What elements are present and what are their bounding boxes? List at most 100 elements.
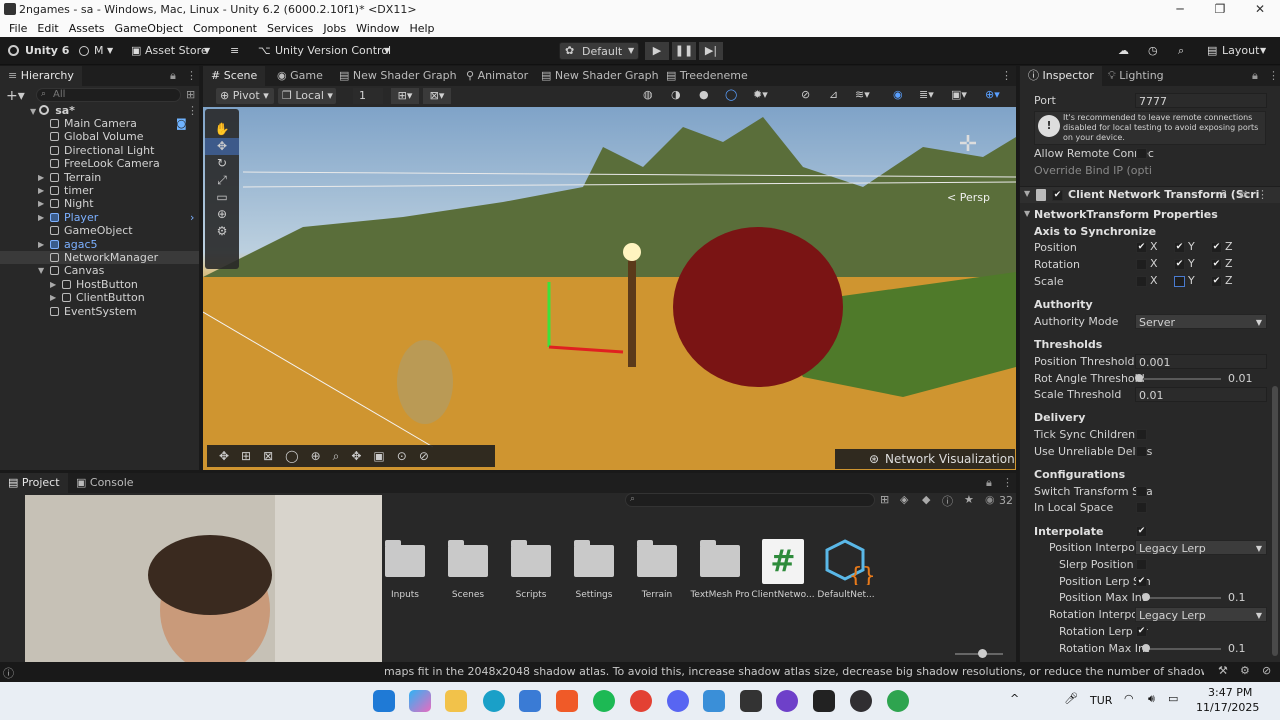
- allow-remote-checkbox[interactable]: [1136, 148, 1147, 159]
- component-enabled-checkbox[interactable]: ✔: [1052, 190, 1063, 201]
- axis-checkbox-y[interactable]: ✔: [1174, 259, 1185, 270]
- edge-icon[interactable]: [483, 690, 505, 712]
- tab-console[interactable]: ▣ Console: [68, 473, 142, 493]
- filter-type-icon[interactable]: ⊞: [880, 493, 889, 506]
- axis-checkbox-z[interactable]: ✔: [1211, 242, 1222, 253]
- rot-max-int-slider[interactable]: [1146, 648, 1221, 650]
- unreliable-checkbox[interactable]: [1136, 446, 1147, 457]
- favorite-icon[interactable]: ★: [964, 493, 974, 506]
- tick-sync-checkbox[interactable]: [1136, 429, 1147, 440]
- draw-mode-shaded-icon[interactable]: ◑: [671, 88, 681, 101]
- asset-size-knob[interactable]: [978, 649, 987, 658]
- scene-menu-icon[interactable]: ⋮: [1001, 69, 1012, 82]
- scene-root[interactable]: ▼ sa*: [30, 104, 75, 117]
- grid-snap-field[interactable]: 1: [353, 88, 383, 104]
- network-prefab-asset-label[interactable]: DefaultNet...: [811, 590, 881, 600]
- script-asset-label[interactable]: ClientNetwo...: [748, 590, 818, 600]
- authority-mode-dropdown[interactable]: Server ▼: [1135, 314, 1267, 329]
- axis-checkbox-x[interactable]: [1136, 276, 1147, 287]
- network-prefab-asset[interactable]: {}: [825, 539, 876, 589]
- hierarchy-item[interactable]: ▶ ClientButton: [0, 291, 199, 304]
- project-menu-icon[interactable]: ⋮: [1002, 476, 1013, 489]
- lock-icon[interactable]: 🔒︎: [170, 69, 176, 83]
- expand-arrow-icon[interactable]: ▶: [38, 171, 44, 184]
- pos-interp-dropdown[interactable]: Legacy Lerp ▼: [1135, 540, 1267, 555]
- slerp-position-checkbox[interactable]: [1136, 559, 1147, 570]
- visibility-icon[interactable]: ◉: [893, 88, 903, 101]
- axis-checkbox-z[interactable]: ✔: [1211, 259, 1222, 270]
- folder-icon[interactable]: [385, 540, 425, 577]
- search-filter-icon[interactable]: ⊞: [186, 88, 195, 101]
- menu-edit[interactable]: Edit: [37, 22, 58, 35]
- transform-tool-icon[interactable]: ⊕: [205, 206, 239, 223]
- battery-icon[interactable]: ▭: [1168, 692, 1178, 705]
- folder-label[interactable]: Settings: [559, 590, 629, 600]
- scene-viewport[interactable]: ✋ ✥ ↻ ⤢ ▭ ⊕ ⚙ < Persp ✛ ✥⊞⊠◯⊕⌕✥▣⊙⊘ ⊛ Net…: [203, 107, 1016, 470]
- inspector-lock-icon[interactable]: 🔒︎: [1252, 69, 1258, 83]
- tab-scene[interactable]: #​ Scene: [203, 66, 266, 86]
- expand-arrow-icon[interactable]: ▶: [38, 197, 44, 210]
- local-space-checkbox[interactable]: [1136, 502, 1147, 513]
- expand-arrow-icon[interactable]: ▶: [50, 278, 56, 291]
- hierarchy-item[interactable]: ▼ Canvas: [0, 264, 199, 277]
- help-icon[interactable]: ?: [1221, 188, 1227, 201]
- interpolate-checkbox[interactable]: ✔: [1136, 526, 1147, 537]
- clock-date[interactable]: 11/17/2025: [1196, 701, 1259, 714]
- grid-toggle-icon[interactable]: ⊞▾: [391, 88, 419, 104]
- version-control-button[interactable]: Unity Version Control: [275, 42, 391, 60]
- axis-checkbox-y[interactable]: [1174, 276, 1185, 287]
- folder-icon[interactable]: [700, 540, 740, 577]
- menu-assets[interactable]: Assets: [69, 22, 105, 35]
- info-icon[interactable]: ⓘ: [942, 493, 953, 509]
- move-tool-icon[interactable]: ✥: [205, 138, 239, 155]
- pivot-dropdown[interactable]: ⊕ Pivot ▾: [216, 88, 274, 104]
- folder-label[interactable]: Terrain: [622, 590, 692, 600]
- draw-mode-unlit-icon[interactable]: ◯: [725, 88, 737, 101]
- scale-tool-icon[interactable]: ⤢: [205, 172, 239, 189]
- tab-treedeneme[interactable]: ▤ Treedeneme: [658, 66, 756, 86]
- mic-icon[interactable]: 🎤︎: [1064, 692, 1078, 705]
- search-icon[interactable]: ⌕: [1178, 42, 1184, 60]
- status-message[interactable]: maps fit in the 2048x2048 shadow atlas. …: [384, 665, 1204, 678]
- tag-icon[interactable]: ◆: [922, 493, 930, 506]
- volume-icon[interactable]: 🔊︎: [1148, 692, 1155, 706]
- rect-tool-icon[interactable]: ▭: [205, 189, 239, 206]
- hierarchy-item[interactable]: ▶ Player ›: [0, 211, 199, 224]
- unity-version-button[interactable]: Unity 6: [25, 42, 69, 60]
- account-button[interactable]: M: [94, 42, 104, 60]
- menu-gameobject[interactable]: GameObject: [115, 22, 184, 35]
- axis-checkbox-x[interactable]: [1136, 259, 1147, 270]
- custom-tool-icon[interactable]: ⚙: [205, 223, 239, 240]
- expand-arrow-icon[interactable]: ▶: [38, 211, 44, 224]
- unity-hub-icon[interactable]: [740, 690, 762, 712]
- play-button[interactable]: ▶: [645, 42, 669, 60]
- gizmos-icon[interactable]: ⊕▾: [985, 88, 1000, 101]
- scale-threshold-field[interactable]: 0.01: [1135, 387, 1267, 402]
- obs-icon[interactable]: [850, 690, 872, 712]
- inspector-menu-icon[interactable]: ⋮: [1268, 69, 1279, 82]
- rot-interp-dropdown[interactable]: Legacy Lerp ▼: [1135, 607, 1267, 622]
- cloud-icon[interactable]: ☁: [1118, 42, 1129, 60]
- draw-mode-wireframe-icon[interactable]: ◍: [643, 88, 653, 101]
- expand-arrow-icon[interactable]: ▶: [38, 238, 44, 251]
- position-threshold-field[interactable]: 0.001: [1135, 354, 1267, 369]
- folder-icon[interactable]: [574, 540, 614, 577]
- fx-toggle-icon[interactable]: ⊿: [829, 88, 838, 101]
- unity-editor-icon[interactable]: [813, 690, 835, 712]
- menu-services[interactable]: Services: [267, 22, 313, 35]
- project-search-input[interactable]: ⌕: [625, 493, 875, 507]
- script-asset[interactable]: #: [762, 539, 804, 584]
- folder-label[interactable]: Scenes: [433, 590, 503, 600]
- add-button[interactable]: +▾: [6, 88, 25, 104]
- rot-threshold-knob[interactable]: [1135, 374, 1143, 382]
- folder-icon[interactable]: [511, 540, 551, 577]
- tab-animator[interactable]: ⚲ Animator: [458, 66, 536, 86]
- local-dropdown[interactable]: ❒ Local ▾: [278, 88, 336, 104]
- tab-lighting[interactable]: 💡︎ Lighting: [1100, 66, 1172, 86]
- language-indicator[interactable]: TUR: [1090, 694, 1112, 707]
- tab-project[interactable]: ▤ Project: [0, 473, 68, 493]
- tab-hierarchy[interactable]: ≡ Hierarchy: [0, 66, 82, 86]
- hierarchy-item[interactable]: Directional Light: [0, 144, 199, 157]
- tab-shader-graph-2[interactable]: ▤ New Shader Graph: [533, 66, 667, 86]
- prefab-open-arrow-icon[interactable]: ›: [190, 211, 194, 224]
